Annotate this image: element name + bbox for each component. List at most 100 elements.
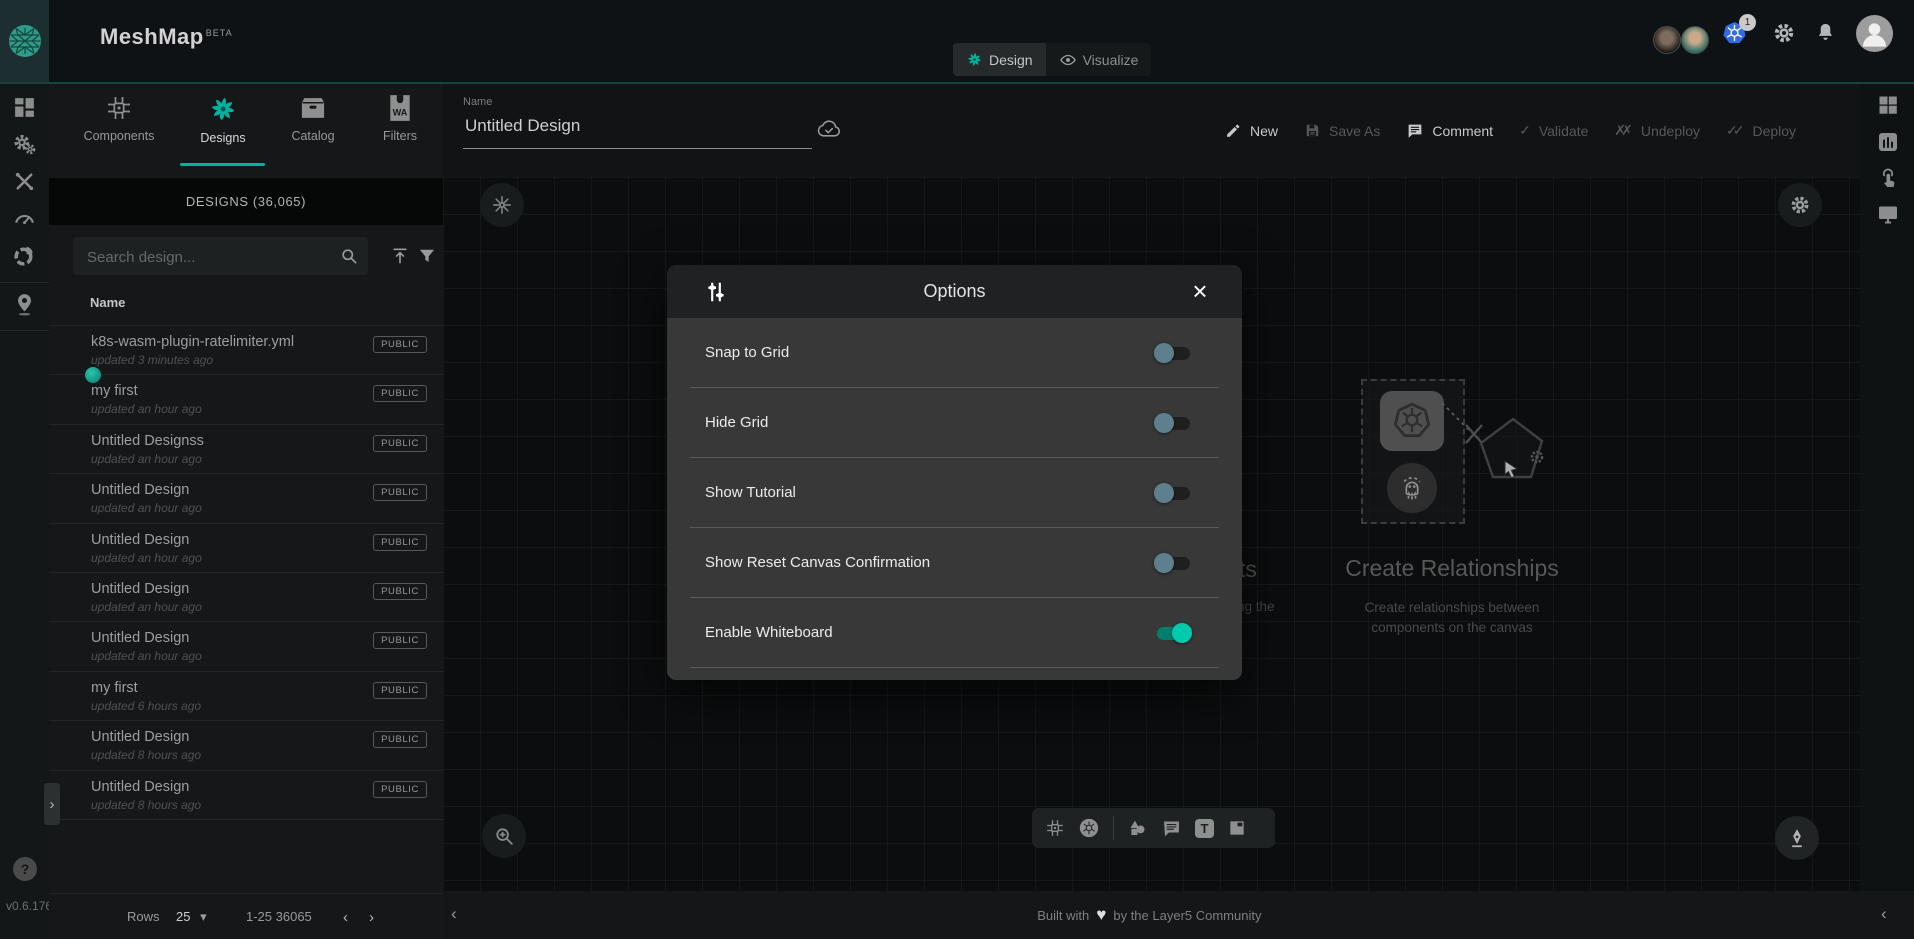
- validate-label: Validate: [1539, 123, 1589, 139]
- toggle-snap-to-grid[interactable]: [1154, 343, 1192, 363]
- footer-chevron-right-icon[interactable]: ‹: [1881, 904, 1887, 924]
- touch-interaction-icon[interactable]: [1876, 166, 1900, 190]
- kubernetes-component-node[interactable]: [1380, 391, 1444, 451]
- undeploy-button[interactable]: ✗✗Undeploy: [1614, 122, 1700, 139]
- close-icon[interactable]: ×: [1182, 273, 1218, 309]
- footer-chevron-left-icon[interactable]: ‹: [451, 904, 457, 924]
- beta-badge: BETA: [206, 28, 233, 38]
- dashboard-icon[interactable]: [12, 95, 37, 120]
- cloud-saved-icon: [816, 117, 843, 139]
- lifecycle-gears-icon[interactable]: [12, 132, 37, 157]
- svg-text:WA: WA: [393, 108, 408, 118]
- visibility-badge: PUBLIC: [373, 484, 427, 501]
- settings-gear-icon[interactable]: [1772, 21, 1796, 45]
- layer5-logo-button[interactable]: [0, 0, 49, 82]
- toggle-show-reset-canvas-confirmation[interactable]: [1154, 553, 1192, 573]
- tab-components[interactable]: Components: [73, 94, 165, 143]
- design-list-item[interactable]: my firstupdated an hour agoPUBLIC: [49, 375, 443, 424]
- performance-gauge-icon[interactable]: [12, 206, 37, 231]
- visibility-badge: PUBLIC: [373, 336, 427, 353]
- option-row-hide-grid: Hide Grid: [690, 388, 1219, 458]
- validate-button[interactable]: ✓Validate: [1519, 122, 1588, 139]
- design-name-input[interactable]: [463, 115, 807, 137]
- text-tool-icon[interactable]: T: [1195, 819, 1214, 838]
- meshmap-pin-icon[interactable]: [12, 292, 37, 317]
- design-list-item[interactable]: Untitled Designupdated 8 hours agoPUBLIC: [49, 721, 443, 770]
- rows-per-page-select[interactable]: 25 ▾: [176, 909, 207, 925]
- design-name: my first: [91, 383, 138, 399]
- mode-visualize[interactable]: Visualize: [1046, 43, 1152, 76]
- media-icon[interactable]: [1227, 818, 1247, 838]
- import-design-icon[interactable]: [390, 246, 410, 266]
- save-as-button[interactable]: Save As: [1304, 122, 1380, 139]
- comment-button[interactable]: Comment: [1406, 122, 1493, 140]
- new-label: New: [1250, 123, 1278, 139]
- collaborator-presence-dot: [85, 367, 101, 383]
- design-list-item[interactable]: Untitled Designupdated an hour agoPUBLIC: [49, 474, 443, 523]
- option-row-show-tutorial: Show Tutorial: [690, 458, 1219, 528]
- toolkit-icon[interactable]: [12, 169, 37, 194]
- new-button[interactable]: New: [1225, 122, 1278, 139]
- top-header: MeshMapBETA DesignVisualize 1: [0, 0, 1914, 84]
- filter-funnel-icon[interactable]: [417, 246, 437, 266]
- designs-panel: ComponentsDesignsCatalogWAFilters DESIGN…: [49, 84, 443, 939]
- option-label: Hide Grid: [705, 414, 1154, 431]
- design-name: Untitled Design: [91, 779, 189, 795]
- design-list-item[interactable]: Untitled Designssupdated an hour agoPUBL…: [49, 425, 443, 474]
- collaborator-avatar-2[interactable]: [1681, 26, 1709, 54]
- insights-pie-icon[interactable]: [12, 243, 37, 268]
- toggle-hide-grid[interactable]: [1154, 413, 1192, 433]
- design-updated: updated an hour ago: [91, 600, 202, 614]
- canvas-dock: T: [1032, 808, 1275, 848]
- next-page-button[interactable]: ›: [369, 909, 374, 926]
- chart-tile-icon[interactable]: [1876, 130, 1900, 154]
- caret-down-icon: ▾: [200, 909, 207, 924]
- toggle-show-tutorial[interactable]: [1154, 483, 1192, 503]
- design-list-item[interactable]: Untitled Designupdated 8 hours agoPUBLIC: [49, 771, 443, 820]
- toolbar-actions: New Save As Comment ✓Validate ✗✗Undeploy ✓✓De…: [1225, 84, 1796, 177]
- squid-component-node[interactable]: [1387, 463, 1437, 513]
- design-list-item[interactable]: Untitled Designupdated an hour agoPUBLIC: [49, 524, 443, 573]
- design-list-item[interactable]: k8s-wasm-plugin-ratelimiter.ymlupdated 3…: [49, 326, 443, 375]
- search-icon[interactable]: [339, 246, 359, 266]
- column-header-name: Name: [90, 295, 125, 310]
- toggle-enable-whiteboard[interactable]: [1154, 623, 1192, 643]
- design-list-item[interactable]: Untitled Designupdated an hour agoPUBLIC: [49, 573, 443, 622]
- tab-catalog[interactable]: Catalog: [267, 94, 359, 143]
- kubernetes-icon[interactable]: [1078, 817, 1100, 839]
- deploy-label: Deploy: [1752, 123, 1796, 139]
- right-icon-rail: [1860, 84, 1914, 891]
- search-input[interactable]: [85, 237, 329, 277]
- canvas-settings-button[interactable]: [1778, 183, 1822, 227]
- mode-design[interactable]: Design: [953, 43, 1046, 76]
- tab-filters[interactable]: WAFilters: [354, 94, 446, 143]
- design-name: Untitled Design: [91, 532, 189, 548]
- design-updated: updated an hour ago: [91, 551, 202, 565]
- tutorial-desc-line2: components on the canvas: [1302, 620, 1602, 635]
- footer-bar: ‹ Built with ♥ by the Layer5 Community ‹: [443, 891, 1914, 939]
- pen-tool-button[interactable]: [1775, 816, 1819, 860]
- monitor-icon[interactable]: [1876, 202, 1900, 226]
- grid-icon[interactable]: [1876, 93, 1900, 117]
- tab-designs[interactable]: Designs: [177, 94, 269, 145]
- canvas-config-button[interactable]: [480, 183, 524, 227]
- deploy-button[interactable]: ✓✓Deploy: [1726, 122, 1796, 139]
- profile-avatar[interactable]: [1856, 15, 1893, 52]
- catalog-icon: [299, 94, 327, 122]
- shapes-icon[interactable]: [1127, 818, 1148, 839]
- option-row-enable-whiteboard: Enable Whiteboard: [690, 598, 1219, 668]
- prev-page-button[interactable]: ‹: [343, 909, 348, 926]
- comment-icon[interactable]: [1161, 818, 1182, 839]
- design-toolbar: Name NewSave AsComment✓Validate✗✗Undeplo…: [443, 84, 1860, 177]
- help-button[interactable]: ?: [13, 857, 37, 881]
- collaborator-avatar-1[interactable]: [1653, 26, 1681, 54]
- zoom-button[interactable]: [482, 814, 526, 858]
- visibility-badge: PUBLIC: [373, 781, 427, 798]
- visibility-badge: PUBLIC: [373, 385, 427, 402]
- component-circuit-icon[interactable]: [1045, 818, 1065, 838]
- panel-expander-handle[interactable]: ›: [44, 783, 60, 825]
- design-list-item[interactable]: Untitled Designupdated an hour agoPUBLIC: [49, 622, 443, 671]
- gear-icon: [1789, 194, 1811, 216]
- design-list-item[interactable]: my firstupdated 6 hours agoPUBLIC: [49, 672, 443, 721]
- notifications-bell-icon[interactable]: [1814, 21, 1837, 44]
